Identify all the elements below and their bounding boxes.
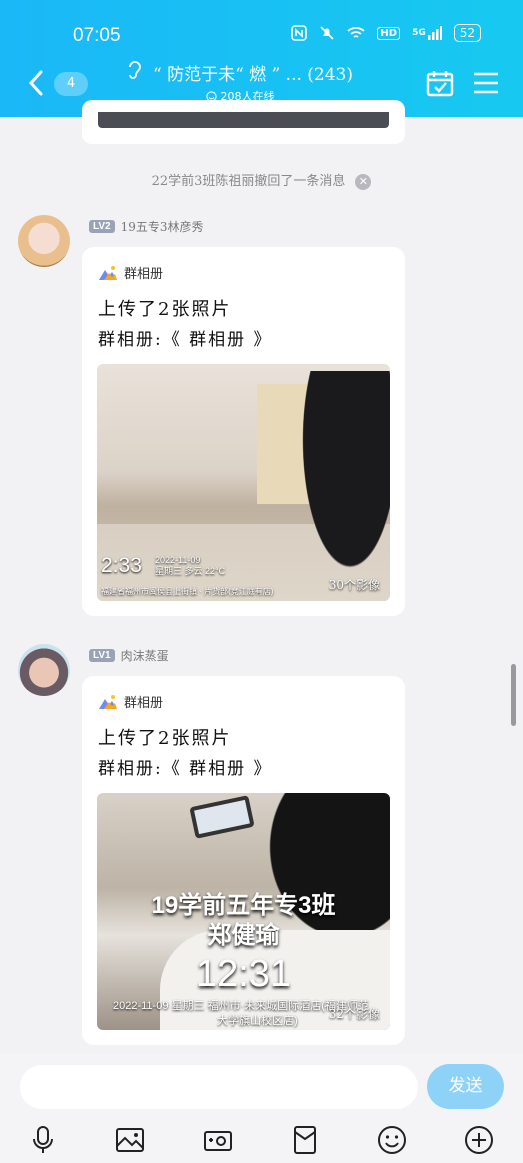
photo-address-cont: 大学旗山校区店) <box>217 1015 298 1027</box>
status-time: 07:05 <box>73 25 121 46</box>
album-icon <box>99 265 117 280</box>
scrollbar[interactable] <box>511 664 516 726</box>
message-input[interactable] <box>20 1065 418 1109</box>
level-badge: LV2 <box>89 220 115 233</box>
card-source: 群相册 <box>98 263 163 282</box>
photo-person-name: 郑健瑜 <box>207 922 280 949</box>
send-button[interactable]: 发送 <box>427 1064 504 1109</box>
level-badge: LV1 <box>89 649 115 662</box>
mute-icon <box>319 25 335 41</box>
more-button[interactable] <box>464 1125 494 1155</box>
card-source: 群相册 <box>98 692 163 711</box>
calendar-check-button[interactable] <box>425 69 455 101</box>
system-notice: 22学前3班陈祖丽撤回了一条消息 ✕ <box>0 170 523 190</box>
menu-button[interactable] <box>473 71 499 99</box>
emoji-button[interactable] <box>377 1125 407 1155</box>
sender-name[interactable]: 19五专3林彦秀 <box>121 218 204 235</box>
photo-class-name: 19学前五年专3班 <box>151 892 336 919</box>
sender-name[interactable]: 肉沫蒸蛋 <box>121 647 169 664</box>
album-share-card[interactable]: 群相册 上传了2张照片 群相册:《 群相册 》 2:33 2022-11-09 … <box>82 247 405 616</box>
network-type: 5G <box>412 28 426 38</box>
back-button[interactable] <box>26 68 46 102</box>
album-photo[interactable]: 19学前五年专3班 郑健瑜 12:31 2022-11-09 星期三 福州市·未… <box>97 793 390 1030</box>
dismiss-notice-icon[interactable]: ✕ <box>355 173 372 190</box>
hamburger-menu-icon <box>474 72 498 94</box>
card-source-label: 群相册 <box>124 696 164 711</box>
upload-text: 上传了2张照片 <box>98 728 232 749</box>
chevron-left-icon <box>28 70 43 96</box>
emoji-icon <box>378 1126 406 1154</box>
voice-button[interactable] <box>28 1125 58 1155</box>
battery-icon: 52 <box>453 24 481 42</box>
chat-title-row: “ 防范于未“ 燃 ” ... (243) <box>100 60 380 85</box>
camera-button[interactable] <box>203 1125 233 1155</box>
avatar[interactable] <box>18 644 70 696</box>
photo-banner: 19学前五年专3班 郑健瑜 <box>97 891 390 951</box>
photo-count: 32个影像 <box>328 1007 380 1021</box>
album-name: 群相册:《 群相册 》 <box>98 330 273 350</box>
sender-info: LV2 19五专3林彦秀 <box>89 218 204 235</box>
photo-date: 2022-11-09 <box>155 555 201 565</box>
microphone-icon <box>33 1126 53 1153</box>
album-photo[interactable]: 2:33 2022-11-09 星期三 多云 22°C 福建省福州市闽侯县上街镇… <box>97 364 390 601</box>
plus-icon <box>465 1126 493 1154</box>
avatar[interactable] <box>18 215 70 267</box>
camera-icon <box>204 1131 232 1151</box>
sender-info: LV1 肉沫蒸蛋 <box>89 647 169 664</box>
chat-title: “ 防范于未“ 燃 ” ... (243) <box>152 65 353 85</box>
image-icon <box>116 1128 144 1152</box>
battery-level: 52 <box>459 25 475 40</box>
card-source-label: 群相册 <box>124 267 164 282</box>
photo-date-block: 2022-11-09 星期三 多云 22°C <box>155 555 225 577</box>
composer-bar: 发送 <box>0 1053 523 1163</box>
status-icons: HD 5G 52 <box>291 24 481 42</box>
previous-photo-strip <box>98 112 389 128</box>
photo-count: 30个影像 <box>328 578 380 592</box>
previous-message-card[interactable] <box>82 100 405 144</box>
image-button[interactable] <box>115 1125 145 1155</box>
chat-title-area[interactable]: “ 防范于未“ 燃 ” ... (243) 208人在线 <box>100 60 380 104</box>
nfc-icon <box>291 25 308 41</box>
wifi-icon <box>347 26 365 40</box>
photo-weather: 星期三 多云 22°C <box>155 566 226 576</box>
album-icon <box>99 694 117 709</box>
red-packet-icon <box>294 1126 316 1154</box>
album-share-card[interactable]: 群相册 上传了2张照片 群相册:《 群相册 》 19学前五年专3班 郑健瑜 12… <box>82 676 405 1045</box>
unread-count-badge[interactable]: 4 <box>54 72 88 96</box>
photo-time: 12:31 <box>195 953 292 995</box>
hd-icon: HD <box>377 26 401 40</box>
photo-time: 2:33 <box>101 554 142 577</box>
upload-text: 上传了2张照片 <box>98 299 232 320</box>
ear-icon <box>127 60 141 85</box>
red-packet-button[interactable] <box>290 1125 320 1155</box>
album-name: 群相册:《 群相册 》 <box>98 759 273 779</box>
signal-icon: 5G <box>412 26 442 40</box>
photo-address: 福建省福州市闽侯县上街镇 · 片货部(竞江庭有店) <box>101 587 274 596</box>
recall-notice-text: 22学前3班陈祖丽撤回了一条消息 <box>151 174 346 189</box>
photo-person <box>290 371 390 601</box>
calendar-check-icon <box>426 71 454 97</box>
